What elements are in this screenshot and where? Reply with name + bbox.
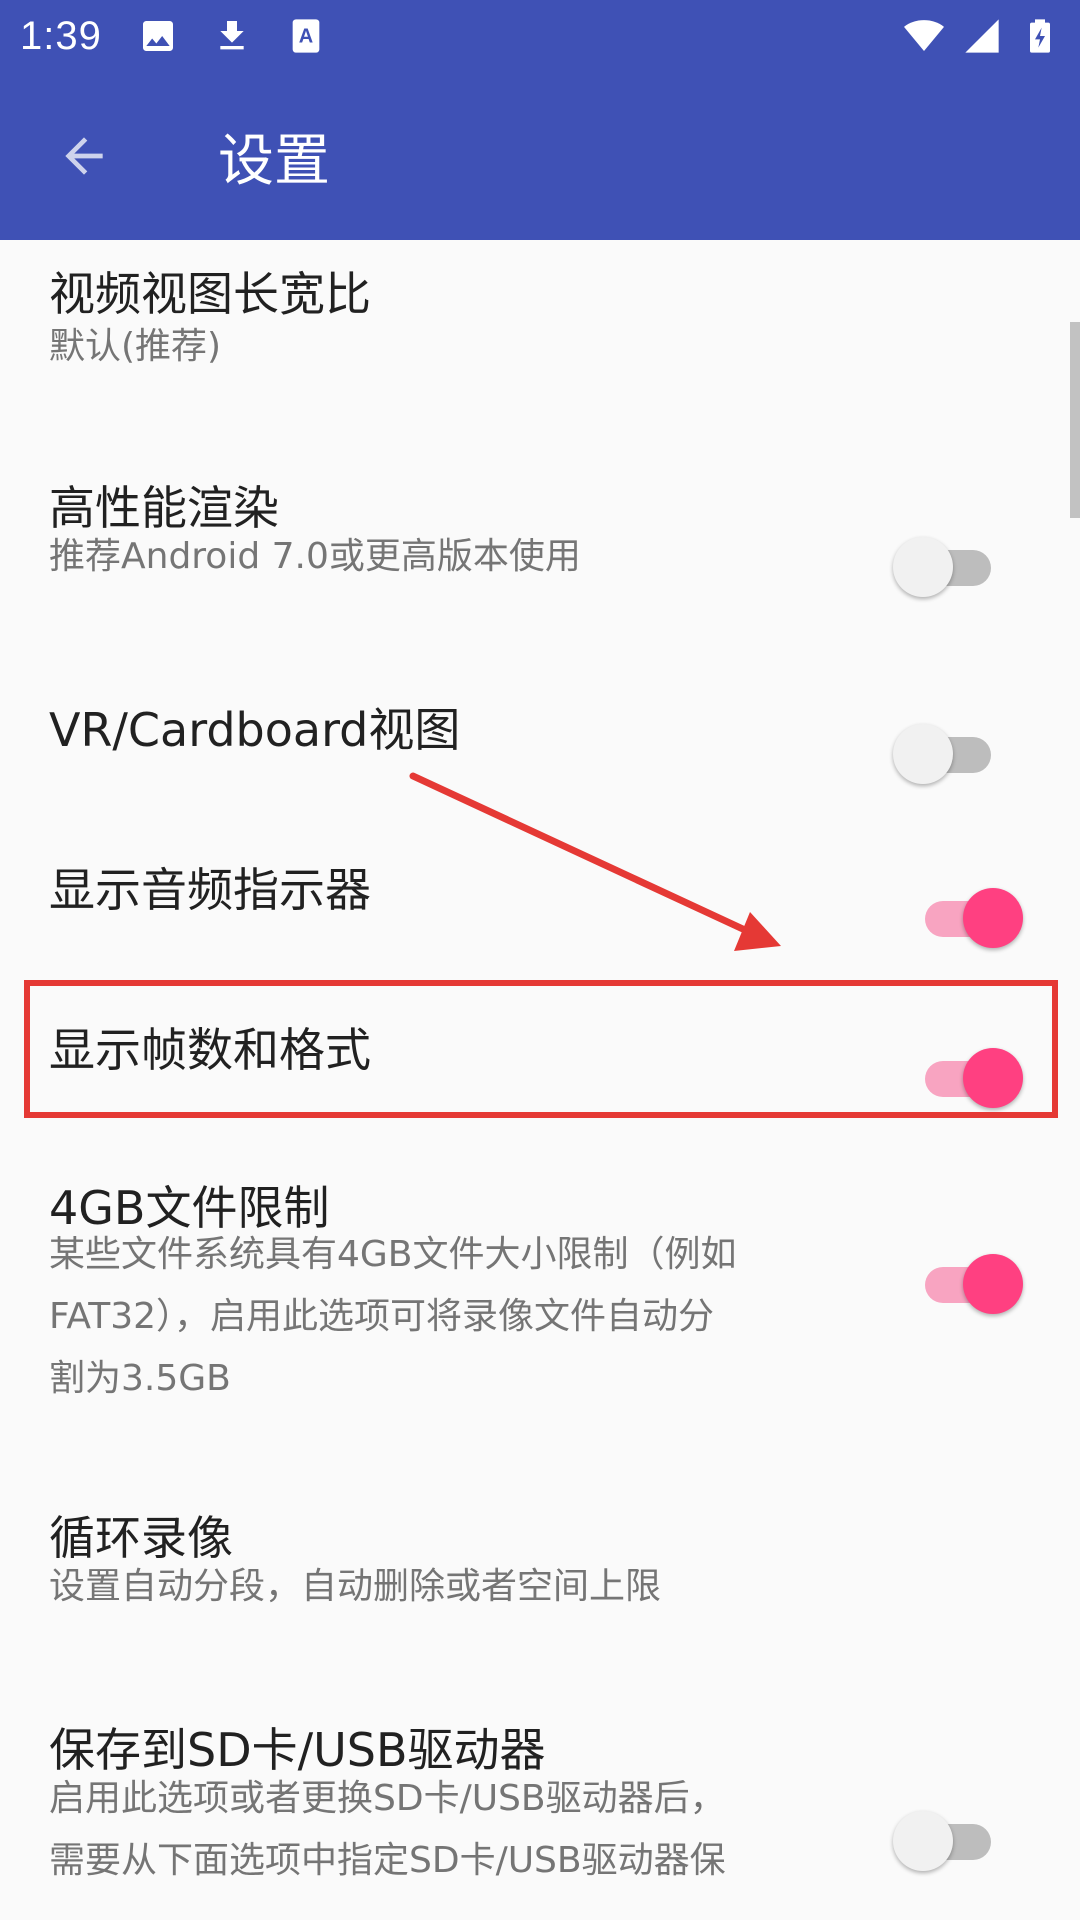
notification-icons: A — [138, 16, 326, 56]
save-to-sd-usb-switch[interactable] — [893, 1806, 1003, 1876]
settings-screen: 1:39 A 设置 视频视图长宽比 默认(推荐) 高性能渲染 推荐Android… — [0, 0, 1080, 1920]
wifi-icon — [904, 16, 944, 56]
back-button[interactable] — [34, 106, 134, 206]
setting-audio-indicator[interactable]: 显示音频指示器 — [0, 796, 1080, 956]
status-bar: 1:39 A — [0, 0, 1080, 72]
setting-title: 视频视图长宽比 — [49, 267, 371, 321]
switch-thumb — [893, 724, 953, 784]
battery-charging-icon — [1020, 16, 1060, 56]
setting-high-performance-render[interactable]: 高性能渲染 推荐Android 7.0或更高版本使用 — [0, 436, 1080, 636]
scrollbar[interactable] — [1070, 322, 1080, 518]
annotation-highlight-box — [24, 980, 1058, 1118]
signal-icon — [962, 16, 1002, 56]
audio-indicator-switch[interactable] — [915, 883, 1025, 953]
switch-thumb — [963, 888, 1023, 948]
setting-4gb-limit[interactable]: 4GB文件限制 某些文件系统具有4GB文件大小限制（例如 FAT32），启用此选… — [0, 1116, 1080, 1456]
status-time: 1:39 — [20, 13, 102, 58]
setting-summary: 默认(推荐) — [49, 326, 222, 367]
setting-loop-recording[interactable]: 循环录像 设置自动分段，自动删除或者空间上限 — [0, 1456, 1080, 1666]
setting-summary: 推荐Android 7.0或更高版本使用 — [49, 536, 581, 577]
setting-summary-line: 需要从下面选项中指定SD卡/USB驱动器保 — [49, 1840, 726, 1881]
download-icon — [212, 16, 252, 56]
switch-thumb — [963, 1254, 1023, 1314]
page-title: 设置 — [218, 128, 330, 194]
switch-thumb — [893, 537, 953, 597]
setting-aspect-ratio[interactable]: 视频视图长宽比 默认(推荐) — [0, 240, 1080, 436]
system-icons — [904, 16, 1060, 56]
setting-summary-line: 启用此选项或者更换SD卡/USB驱动器后， — [49, 1778, 726, 1819]
setting-summary: 设置自动分段，自动删除或者空间上限 — [49, 1566, 662, 1607]
setting-summary-line: 某些文件系统具有4GB文件大小限制（例如 — [49, 1234, 737, 1275]
vr-cardboard-switch[interactable] — [893, 719, 1003, 789]
setting-summary-line: 割为3.5GB — [49, 1358, 231, 1399]
arrow-back-icon — [65, 137, 103, 175]
switch-thumb — [893, 1811, 953, 1871]
setting-vr-cardboard[interactable]: VR/Cardboard视图 — [0, 636, 1080, 796]
svg-text:A: A — [299, 26, 313, 48]
4gb-limit-switch[interactable] — [915, 1249, 1025, 1319]
app-bar: 设置 — [0, 72, 1080, 240]
setting-title: 显示音频指示器 — [49, 863, 371, 917]
setting-save-to-sd-usb[interactable]: 保存到SD卡/USB驱动器 启用此选项或者更换SD卡/USB驱动器后， 需要从下… — [0, 1666, 1080, 1920]
image-icon — [138, 16, 178, 56]
setting-title: VR/Cardboard视图 — [49, 703, 461, 757]
text-a-icon: A — [286, 16, 326, 56]
high-performance-render-switch[interactable] — [893, 532, 1003, 602]
setting-summary-line: FAT32），启用此选项可将录像文件自动分 — [49, 1296, 715, 1337]
